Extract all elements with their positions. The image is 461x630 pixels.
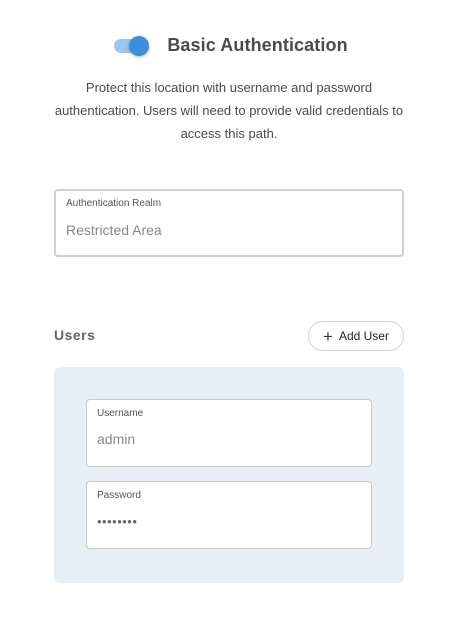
basic-auth-panel: Basic Authentication Protect this locati… [0,0,461,630]
users-heading: Users [54,327,96,343]
username-input[interactable] [97,431,361,447]
username-field[interactable]: Username [86,399,372,467]
auth-header: Basic Authentication [0,33,461,57]
password-field[interactable]: Password [86,481,372,549]
basic-auth-toggle[interactable] [113,33,151,57]
section-title: Basic Authentication [167,34,348,55]
add-user-button[interactable]: + Add User [308,321,404,351]
toggle-thumb [129,36,150,56]
user-entry-card: Username Password [54,367,404,583]
password-input[interactable] [97,514,361,529]
auth-realm-label: Authentication Realm [66,198,162,209]
password-label: Password [97,490,141,501]
plus-icon: + [323,326,333,346]
username-label: Username [97,408,144,419]
add-user-label: Add User [338,329,389,343]
auth-realm-input[interactable] [66,222,392,238]
auth-description: Protect this location with username and … [54,80,404,141]
auth-realm-field[interactable]: Authentication Realm [54,189,404,257]
